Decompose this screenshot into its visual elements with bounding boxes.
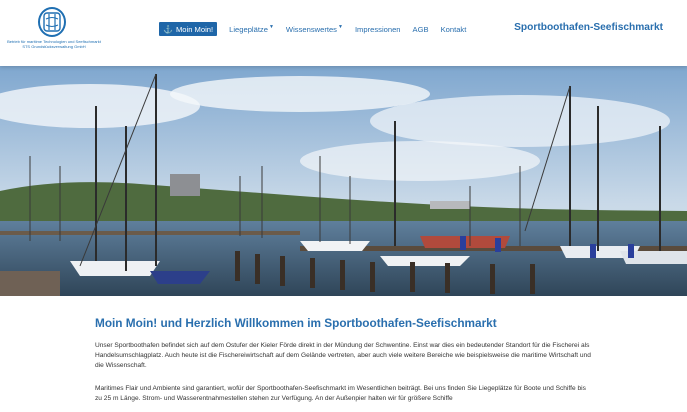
logo-text: Betrieb für maritime Technologien und Se… xyxy=(6,39,102,49)
caret-down-icon: ▼ xyxy=(268,24,274,30)
nav-item-label: AGB xyxy=(412,24,429,34)
nav-item-label: Impressionen xyxy=(354,24,401,34)
nav-item-wissenswertes[interactable]: Wissenswertes ▼ xyxy=(286,22,343,36)
intro-paragraph: Unser Sportboothafen befindet sich auf d… xyxy=(95,342,591,370)
nav-item-label: Wissenswertes xyxy=(285,24,337,34)
nav-item-label: Kontakt xyxy=(440,24,467,34)
logo-line-2: STS Grundstücksverwaltung GmbH xyxy=(22,44,86,49)
site-brand[interactable]: Sportboothafen-Seefischmarkt xyxy=(514,22,663,33)
nav-item-label: Moin Moin! xyxy=(175,24,214,34)
nav-item-label: Liegeplätze xyxy=(229,24,268,34)
nav-item-liegeplaetze[interactable]: Liegeplätze ▼ xyxy=(229,22,274,36)
nav-item-agb[interactable]: AGB xyxy=(413,22,429,36)
nav-item-kontakt[interactable]: Kontakt xyxy=(441,22,467,36)
harbour-photo xyxy=(0,66,687,296)
nav-item-impressionen[interactable]: Impressionen xyxy=(355,22,401,36)
anchor-icon: ⚓ xyxy=(163,24,173,34)
logo-mark xyxy=(38,7,66,37)
site-header: Betrieb für maritime Technologien und Se… xyxy=(0,0,687,66)
fish-logo-icon xyxy=(43,12,61,32)
hero-image xyxy=(0,66,687,296)
page-title: Moin Moin! und Herzlich Willkommen im Sp… xyxy=(95,316,497,330)
caret-down-icon: ▼ xyxy=(337,24,343,30)
ambience-paragraph: Maritimes Flair und Ambiente sind garant… xyxy=(95,385,586,403)
nav-item-moin-moin[interactable]: ⚓ Moin Moin! xyxy=(159,22,218,36)
main-nav: ⚓ Moin Moin! Liegeplätze ▼ Wissenswertes… xyxy=(159,22,478,36)
logo[interactable]: Betrieb für maritime Technologien und Se… xyxy=(6,7,102,59)
